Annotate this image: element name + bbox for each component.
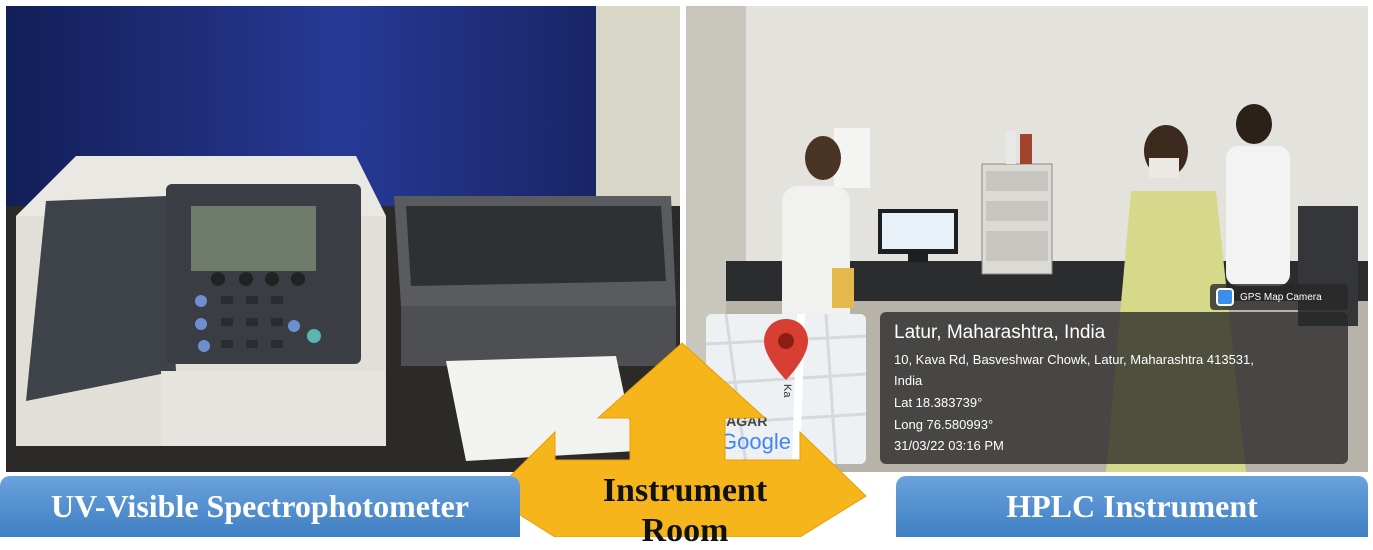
uv-visible-label: UV-Visible Spectrophotometer: [0, 476, 520, 537]
hplc-instrument-label: HPLC Instrument: [896, 476, 1368, 537]
tri-directional-arrow: [489, 342, 867, 537]
instrument-room-label-line1: Instrument: [602, 472, 768, 509]
instrument-room-label-line2: Room: [641, 512, 729, 549]
